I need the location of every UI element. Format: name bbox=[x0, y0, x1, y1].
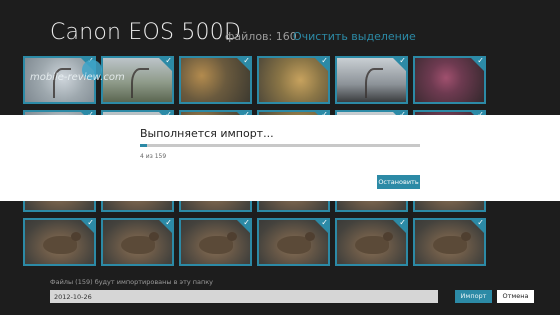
branch-shape bbox=[131, 68, 149, 98]
photo-thumbnail[interactable]: ✓ bbox=[335, 56, 408, 104]
checkmark-icon: ✓ bbox=[477, 56, 484, 65]
photo-thumbnail[interactable]: ✓ bbox=[179, 56, 252, 104]
photo-thumbnail[interactable]: ✓ bbox=[23, 218, 96, 266]
checkmark-icon: ✓ bbox=[399, 56, 406, 65]
duck-head-shape bbox=[149, 232, 159, 241]
checkmark-icon: ✓ bbox=[399, 218, 406, 227]
checkmark-icon: ✓ bbox=[87, 218, 94, 227]
duck-head-shape bbox=[227, 232, 237, 241]
photo-thumbnail[interactable]: ✓ bbox=[413, 218, 486, 266]
duck-head-shape bbox=[461, 232, 471, 241]
import-progress-bar bbox=[140, 144, 420, 147]
clear-selection-link[interactable]: Очистить выделение bbox=[293, 30, 416, 43]
photo-thumbnail[interactable]: ✓ bbox=[101, 218, 174, 266]
checkmark-icon: ✓ bbox=[165, 218, 172, 227]
stop-button[interactable]: Остановить bbox=[377, 175, 420, 189]
checkmark-icon: ✓ bbox=[477, 218, 484, 227]
cancel-button[interactable]: Отмена bbox=[497, 290, 534, 303]
checkmark-icon: ✓ bbox=[243, 56, 250, 65]
watermark: mobile-review.com bbox=[30, 72, 125, 83]
duck-head-shape bbox=[71, 232, 81, 241]
import-progress-text: 4 из 159 bbox=[140, 153, 167, 160]
import-progress-fill bbox=[140, 144, 147, 147]
checkmark-icon: ✓ bbox=[165, 56, 172, 65]
destination-folder-input[interactable] bbox=[50, 290, 438, 303]
device-title: Canon EOS 500D bbox=[50, 20, 242, 45]
photo-thumbnail[interactable]: ✓ bbox=[413, 56, 486, 104]
duck-head-shape bbox=[383, 232, 393, 241]
photo-thumbnail[interactable]: ✓ bbox=[257, 56, 330, 104]
photo-thumbnail[interactable]: ✓ bbox=[179, 218, 252, 266]
destination-folder-label: Файлы (159) будут импортированы в эту па… bbox=[50, 278, 214, 286]
checkmark-icon: ✓ bbox=[321, 56, 328, 65]
import-dialog-title: Выполняется импорт... bbox=[140, 127, 274, 140]
checkmark-icon: ✓ bbox=[321, 218, 328, 227]
photo-thumbnail[interactable]: ✓ bbox=[257, 218, 330, 266]
duck-head-shape bbox=[305, 232, 315, 241]
checkmark-icon: ✓ bbox=[243, 218, 250, 227]
branch-shape bbox=[365, 68, 383, 98]
import-button[interactable]: Импорт bbox=[455, 290, 492, 303]
file-count: файлов: 160 bbox=[225, 30, 297, 43]
photo-thumbnail[interactable]: ✓ bbox=[335, 218, 408, 266]
import-progress-dialog: Выполняется импорт... 4 из 159 Остановит… bbox=[0, 115, 560, 201]
